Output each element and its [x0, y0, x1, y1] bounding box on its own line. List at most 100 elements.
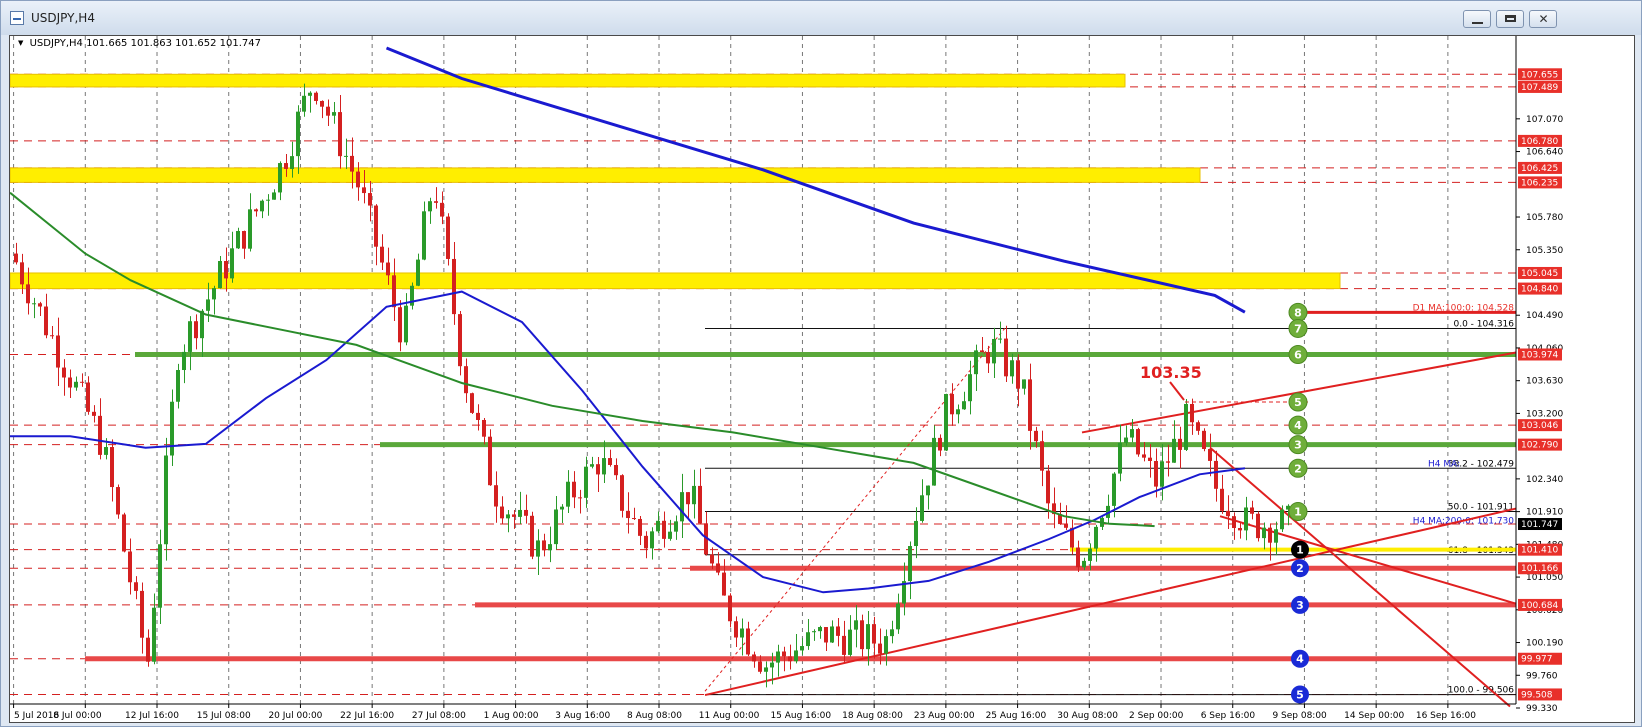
candle-body [512, 514, 516, 517]
candle-body [266, 199, 270, 201]
candle-body [854, 620, 858, 630]
candle-body [44, 306, 48, 336]
candle-body [1046, 470, 1050, 504]
time-axis-label: 14 Sep 00:00 [1344, 711, 1404, 721]
candle-body [176, 370, 180, 402]
candle-body [752, 654, 756, 662]
candle-body [824, 627, 828, 643]
candle-body [830, 626, 834, 643]
ma-line-h4-ma-200 [10, 191, 1155, 528]
blue-level-marker-label: 3 [1296, 599, 1304, 612]
candle-body [1256, 513, 1260, 539]
price-label: 107.489 [1521, 83, 1558, 93]
candle-body [500, 506, 504, 519]
moving-average-label: H4 MA: [1428, 459, 1460, 469]
green-level-marker-label: 1 [1294, 506, 1302, 519]
candle-body [440, 202, 444, 217]
candle-body [1208, 449, 1212, 461]
candle-body [1124, 437, 1128, 443]
fib-level-label: 0.0 - 104.316 [1454, 319, 1515, 329]
candle-body [680, 492, 684, 522]
candle-body [452, 258, 456, 315]
price-label: 99.508 [1521, 690, 1553, 700]
candle-body [938, 437, 942, 451]
candle-body [1160, 461, 1164, 487]
candle-body [788, 656, 792, 662]
chart-canvas[interactable]: 0.0 - 104.31638.2 - 102.47950.0 - 101.91… [10, 36, 1635, 723]
maximize-button[interactable] [1496, 10, 1524, 28]
green-level-marker-label: 8 [1294, 306, 1302, 319]
minimize-icon [1472, 22, 1483, 24]
candle-body [494, 485, 498, 507]
candle-body [560, 506, 564, 510]
candle-body [764, 667, 768, 672]
candle-body [566, 481, 570, 507]
candle-body [1148, 457, 1152, 461]
candle-body [716, 563, 720, 573]
candle-body [182, 351, 186, 371]
candle-body [290, 156, 294, 169]
candle-body [86, 382, 90, 412]
candle-body [614, 464, 618, 476]
candle-body [1094, 526, 1098, 549]
candle-body [1280, 509, 1284, 530]
candle-body [1232, 516, 1236, 529]
time-axis-label: 11 Aug 00:00 [699, 711, 760, 721]
candle-body [734, 621, 738, 638]
candle-body [638, 518, 642, 536]
candle-body [338, 112, 342, 157]
candle-body [350, 155, 354, 172]
price-axis-tick-label: 107.070 [1526, 115, 1563, 125]
candle-body [1112, 473, 1116, 506]
candle-body [380, 246, 384, 263]
candle-body [218, 261, 222, 289]
candle-body [644, 535, 648, 549]
candle-body [74, 381, 78, 388]
green-level-marker-label: 5 [1294, 396, 1302, 409]
close-button[interactable]: ✕ [1529, 10, 1557, 28]
candle-body [1214, 460, 1218, 489]
candle-body [38, 303, 42, 307]
minimize-button[interactable] [1463, 10, 1491, 28]
time-axis-label: 18 Aug 08:00 [842, 711, 903, 721]
candle-body [758, 661, 762, 672]
candle-body [896, 603, 900, 630]
price-axis-tick-label: 100.190 [1526, 639, 1563, 649]
candle-body [194, 321, 198, 339]
time-axis-label: 8 Jul 00:00 [53, 711, 102, 721]
window-titlebar[interactable]: USDJPY,H4 ✕ [1, 1, 1641, 35]
candle-body [1130, 429, 1134, 438]
candle-body [1076, 547, 1080, 568]
candle-body [1196, 422, 1200, 431]
candle-body [1034, 430, 1038, 442]
price-chart[interactable]: 0.0 - 104.316 38.2 - 102.479 50.0 - 101.91… [9, 35, 1635, 723]
price-label: 106.425 [1521, 164, 1558, 174]
candle-body [992, 338, 996, 364]
candle-body [464, 366, 468, 394]
candle-body [254, 209, 258, 212]
time-axis-label: 30 Aug 08:00 [1057, 711, 1118, 721]
price-label: 103.046 [1521, 421, 1558, 431]
candle-body [890, 629, 894, 637]
candle-body [98, 415, 102, 455]
candle-body [1142, 454, 1146, 458]
candle-body [578, 497, 582, 499]
candle-body [1064, 524, 1068, 528]
candle-body [956, 409, 960, 415]
trend-line [704, 507, 1517, 697]
candle-body [1220, 488, 1224, 511]
candle-body [416, 259, 420, 286]
chart-window: USDJPY,H4 ✕ 0.0 - 104.316 38.2 - 102.479 5… [0, 0, 1642, 727]
candle-body [32, 303, 36, 305]
candle-body [398, 307, 402, 343]
candle-body [56, 335, 60, 368]
price-axis-tick-label: 99.330 [1526, 704, 1558, 714]
price-label: 107.655 [1521, 70, 1558, 80]
candle-body [302, 95, 306, 112]
time-axis-label: 15 Aug 16:00 [770, 711, 831, 721]
candle-body [530, 515, 534, 557]
price-axis-tick-label: 103.200 [1526, 409, 1563, 419]
blue-level-marker-label: 4 [1296, 653, 1304, 666]
window-title: USDJPY,H4 [31, 11, 95, 25]
candle-body [1028, 379, 1032, 431]
